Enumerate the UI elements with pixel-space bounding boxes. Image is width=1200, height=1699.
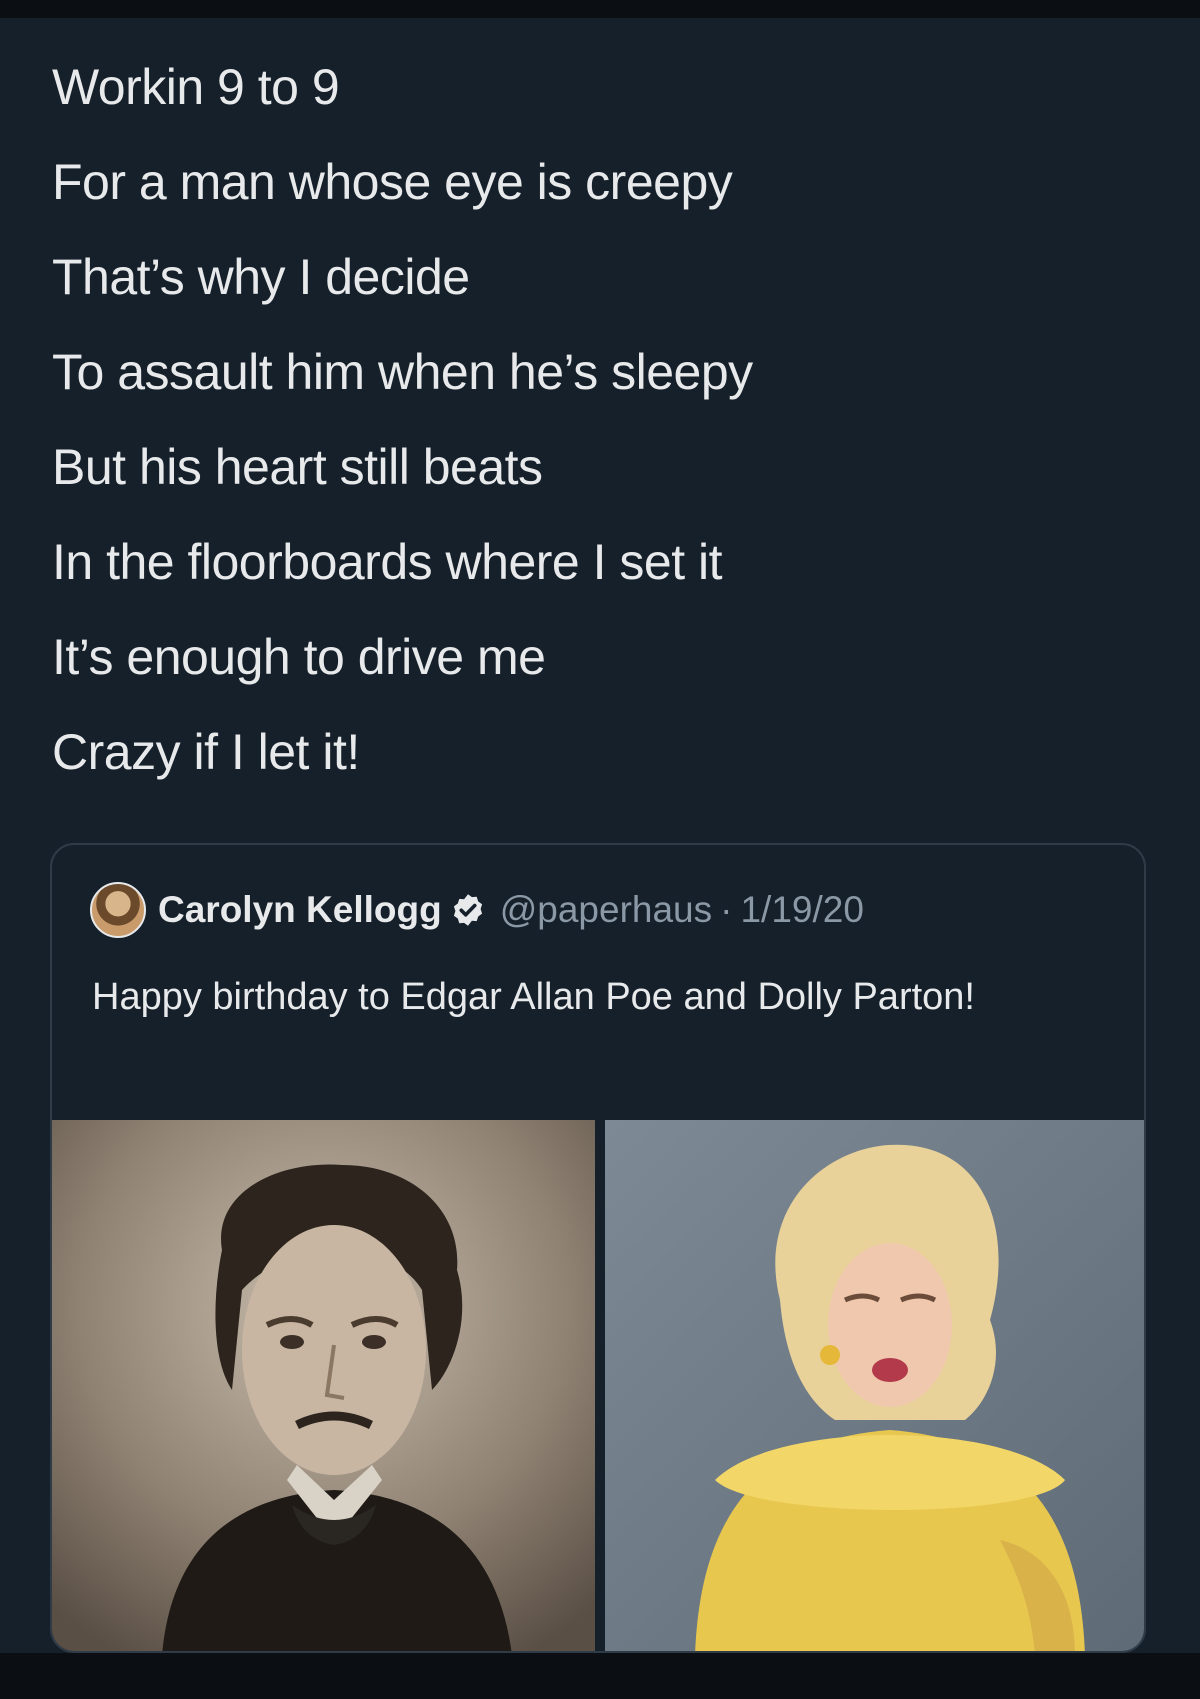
bottom-edge-bar [0, 1653, 1200, 1699]
parton-portrait-image [605, 1120, 1144, 1651]
poe-portrait-image [52, 1120, 595, 1651]
separator-dot: · [720, 889, 733, 930]
top-edge-bar [0, 0, 1200, 18]
poem-line: For a man whose eye is creepy [52, 154, 733, 210]
verified-badge-icon [453, 894, 482, 926]
poem-line: That’s why I decide [52, 249, 470, 305]
quoted-tweet-card[interactable]: Carolyn Kellogg @paperhaus · 1/19/20 Hap… [50, 843, 1146, 1653]
avatar[interactable] [90, 882, 146, 938]
portrait-photo-poe[interactable] [52, 1120, 595, 1651]
poem-line: In the floorboards where I set it [52, 534, 722, 590]
poem-line: Workin 9 to 9 [52, 59, 340, 115]
poem-line: It’s enough to drive me [52, 629, 546, 685]
quoted-tweet-text: Happy birthday to Edgar Allan Poe and Do… [92, 976, 975, 1018]
media-grid [52, 1120, 1144, 1651]
author-handle[interactable]: @paperhaus [500, 889, 712, 931]
author-display-name[interactable]: Carolyn Kellogg [158, 889, 442, 931]
poem-line: Crazy if I let it! [52, 724, 360, 780]
tweet-text: Workin 9 to 9 For a man whose eye is cre… [52, 40, 1152, 800]
poem-line: But his heart still beats [52, 439, 543, 495]
quoted-tweet-header: Carolyn Kellogg @paperhaus · 1/19/20 [90, 882, 864, 938]
poem-line: To assault him when he’s sleepy [52, 344, 753, 400]
portrait-photo-parton[interactable] [605, 1120, 1144, 1651]
tweet-date[interactable]: 1/19/20 [740, 889, 863, 931]
